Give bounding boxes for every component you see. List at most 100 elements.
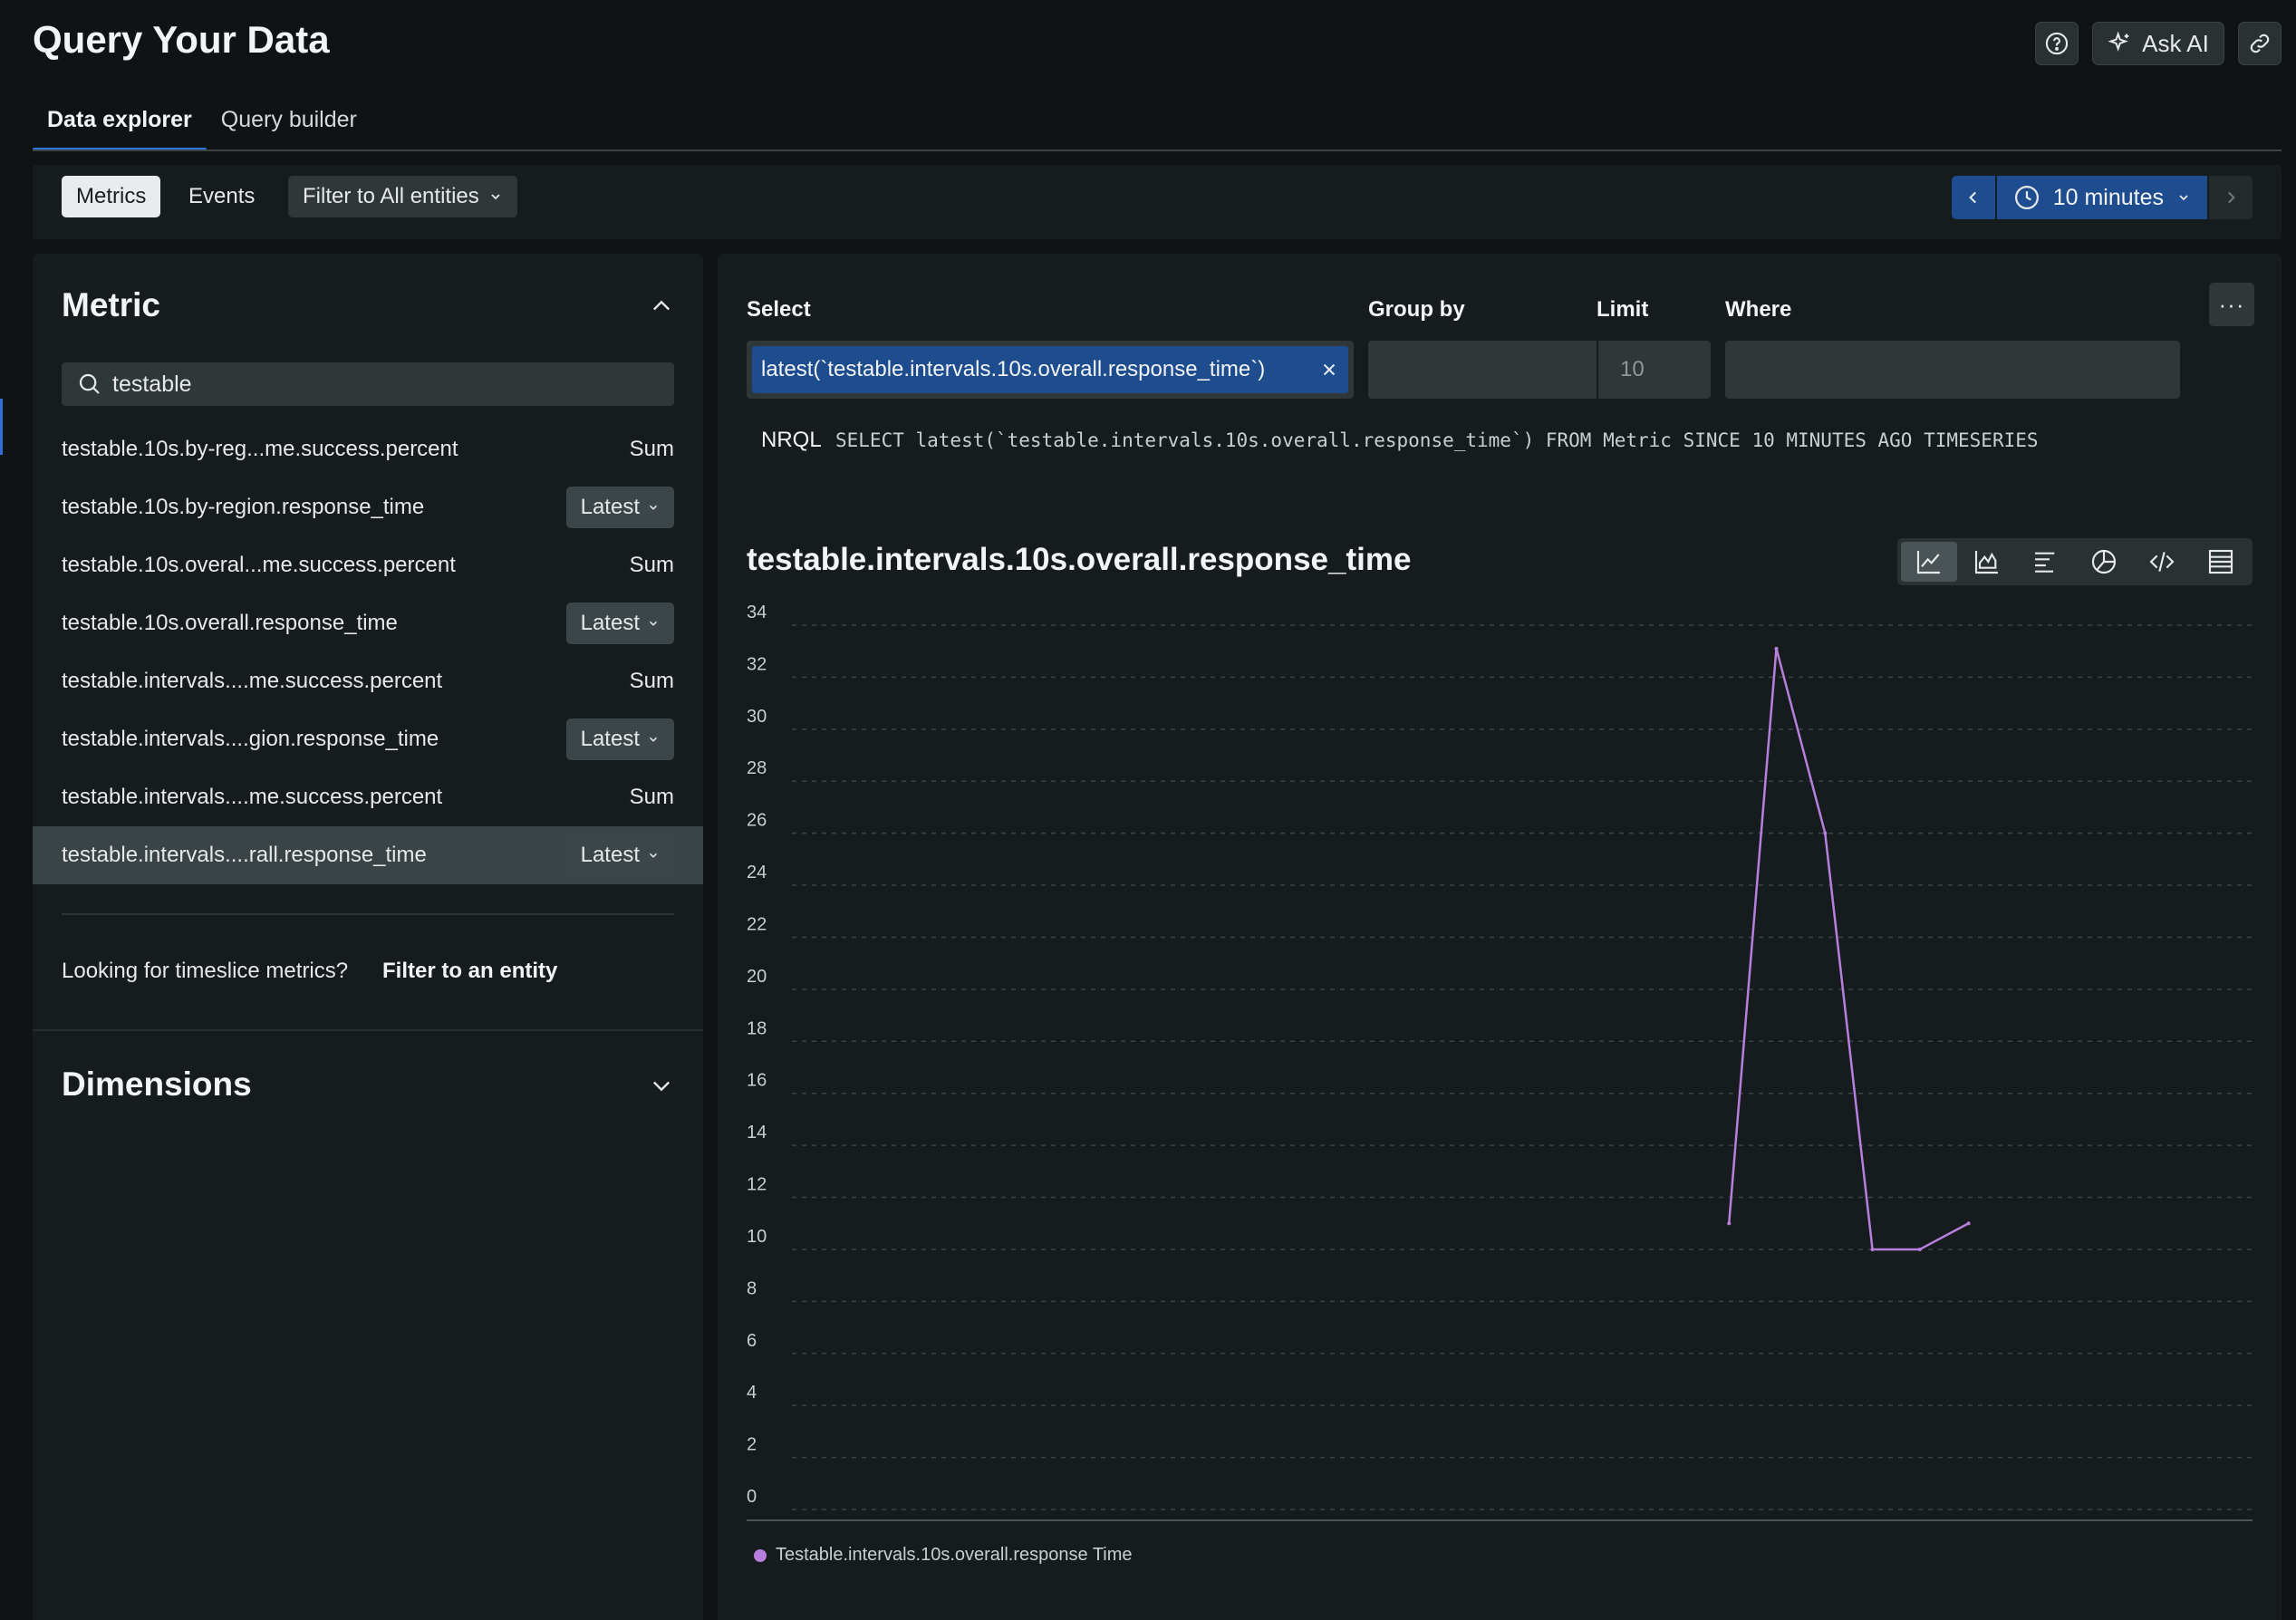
- sparkle-icon: [2108, 31, 2133, 56]
- line-chart-button[interactable]: [1901, 542, 1957, 582]
- left-edge-indicator: [0, 399, 3, 455]
- time-range-dropdown[interactable]: 10 minutes: [1997, 176, 2207, 219]
- metric-search-box: [62, 362, 674, 406]
- y-tick-label: 22: [747, 914, 767, 934]
- metric-name: testable.10s.overall.response_time: [62, 611, 398, 636]
- metric-name: testable.10s.by-region.response_time: [62, 495, 424, 520]
- y-tick-label: 32: [747, 654, 767, 674]
- aggregation-dropdown[interactable]: Latest: [566, 834, 674, 876]
- area-chart-button[interactable]: [1959, 542, 2015, 582]
- metric-list-item[interactable]: testable.10s.overall.response_time Latest: [33, 594, 703, 652]
- metric-list-item[interactable]: testable.intervals....me.success.percent…: [33, 768, 703, 826]
- link-icon: [2247, 31, 2272, 56]
- tab-bar: Data explorer Query builder: [33, 107, 371, 149]
- chevron-right-icon: [2223, 189, 2239, 206]
- y-tick-label: 2: [747, 1435, 757, 1455]
- y-tick-label: 18: [747, 1018, 767, 1038]
- more-options-button[interactable]: ···: [2209, 283, 2254, 326]
- y-tick-label: 8: [747, 1278, 757, 1298]
- legend-label[interactable]: Testable.intervals.10s.overall.response …: [776, 1545, 1133, 1566]
- series-line: [1729, 649, 1968, 1249]
- metric-list-item[interactable]: testable.10s.by-reg...me.success.percent…: [33, 420, 703, 478]
- y-tick-label: 28: [747, 758, 767, 778]
- aggregation-label: Latest: [581, 495, 640, 520]
- legend-color-dot: [754, 1549, 767, 1562]
- visualization-switcher: [1897, 538, 2253, 585]
- tab-query-builder[interactable]: Query builder: [207, 107, 371, 149]
- metric-list: testable.10s.by-reg...me.success.percent…: [33, 420, 703, 884]
- where-input[interactable]: [1725, 341, 2180, 399]
- table-view-button[interactable]: [2193, 542, 2249, 582]
- select-chip[interactable]: latest(`testable.intervals.10s.overall.r…: [752, 346, 1348, 393]
- aggregation-dropdown[interactable]: Latest: [566, 718, 674, 760]
- y-tick-label: 12: [747, 1175, 767, 1195]
- filter-to-entity-link[interactable]: Filter to an entity: [382, 959, 557, 984]
- search-icon: [76, 371, 103, 398]
- metric-name: testable.intervals....gion.response_time: [62, 727, 439, 752]
- entity-filter-dropdown[interactable]: Filter to All entities: [288, 176, 517, 217]
- chevron-down-icon: [488, 189, 503, 204]
- aggregation-label: Sum: [630, 669, 674, 694]
- y-tick-label: 26: [747, 811, 767, 831]
- metric-list-item[interactable]: testable.intervals....me.success.percent…: [33, 652, 703, 710]
- select-chip-label: latest(`testable.intervals.10s.overall.r…: [761, 357, 1265, 382]
- y-tick-label: 14: [747, 1123, 767, 1143]
- y-tick-label: 4: [747, 1383, 757, 1403]
- time-range-label: 10 minutes: [2053, 185, 2164, 211]
- tab-divider: [33, 149, 2282, 151]
- metric-name: testable.10s.by-reg...me.success.percent: [62, 437, 458, 462]
- metric-list-item[interactable]: testable.intervals....rall.response_time…: [33, 826, 703, 884]
- data-point: [1871, 1248, 1875, 1251]
- y-tick-label: 20: [747, 967, 767, 987]
- y-tick-label: 16: [747, 1071, 767, 1091]
- aggregation-label: Sum: [630, 785, 674, 810]
- chart-legend: Testable.intervals.10s.overall.response …: [754, 1545, 1133, 1566]
- tab-data-explorer[interactable]: Data explorer: [33, 107, 207, 149]
- explorer-toolbar: Metrics Events Filter to All entities 10…: [33, 165, 2282, 239]
- events-toggle[interactable]: Events: [174, 176, 269, 217]
- metric-name: testable.intervals....me.success.percent: [62, 785, 442, 810]
- chevron-down-icon: [2176, 190, 2191, 205]
- chevron-down-icon[interactable]: [649, 1073, 674, 1098]
- share-link-button[interactable]: [2238, 22, 2282, 65]
- metric-list-item[interactable]: testable.10s.by-region.response_time Late…: [33, 478, 703, 536]
- aggregation-dropdown[interactable]: Latest: [566, 487, 674, 528]
- nrql-query-text[interactable]: SELECT latest(`testable.intervals.10s.ov…: [761, 428, 2048, 454]
- time-previous-button[interactable]: [1952, 176, 1995, 219]
- code-icon: [2147, 547, 2176, 576]
- data-point: [1774, 647, 1778, 651]
- clock-icon: [2013, 184, 2040, 211]
- metric-list-item[interactable]: testable.intervals....gion.response_time…: [33, 710, 703, 768]
- metrics-toggle[interactable]: Metrics: [62, 176, 160, 217]
- metric-search-input[interactable]: [112, 371, 656, 398]
- groupby-input[interactable]: [1368, 341, 1597, 399]
- chevron-down-icon: [647, 617, 660, 630]
- metric-name: testable.intervals....rall.response_time: [62, 843, 427, 868]
- aggregation-label: Sum: [630, 553, 674, 578]
- help-button[interactable]: [2035, 22, 2079, 65]
- line-chart-icon: [1915, 547, 1944, 576]
- ask-ai-label: Ask AI: [2142, 30, 2209, 58]
- data-point: [1967, 1221, 1971, 1225]
- limit-input[interactable]: 10: [1598, 341, 1711, 399]
- close-icon[interactable]: [1319, 360, 1339, 380]
- aggregation-dropdown[interactable]: Latest: [566, 603, 674, 644]
- chevron-up-icon[interactable]: [649, 294, 674, 319]
- select-field[interactable]: latest(`testable.intervals.10s.overall.r…: [747, 341, 1354, 399]
- time-next-button[interactable]: [2209, 176, 2253, 219]
- ask-ai-button[interactable]: Ask AI: [2092, 22, 2224, 65]
- help-icon: [2044, 31, 2069, 56]
- y-tick-label: 34: [747, 603, 767, 622]
- dimensions-section-title: Dimensions: [62, 1066, 252, 1104]
- chevron-down-icon: [647, 733, 660, 746]
- json-view-button[interactable]: [2134, 542, 2190, 582]
- metric-list-item[interactable]: testable.10s.overal...me.success.percent…: [33, 536, 703, 594]
- pie-chart-button[interactable]: [2076, 542, 2132, 582]
- table-icon: [2206, 547, 2235, 576]
- chevron-left-icon: [1965, 189, 1982, 206]
- pie-chart-icon: [2089, 547, 2118, 576]
- aggregation-label: Latest: [581, 727, 640, 752]
- bar-chart-button[interactable]: [2018, 542, 2074, 582]
- data-point: [1727, 1221, 1731, 1225]
- metric-name: testable.intervals....me.success.percent: [62, 669, 442, 694]
